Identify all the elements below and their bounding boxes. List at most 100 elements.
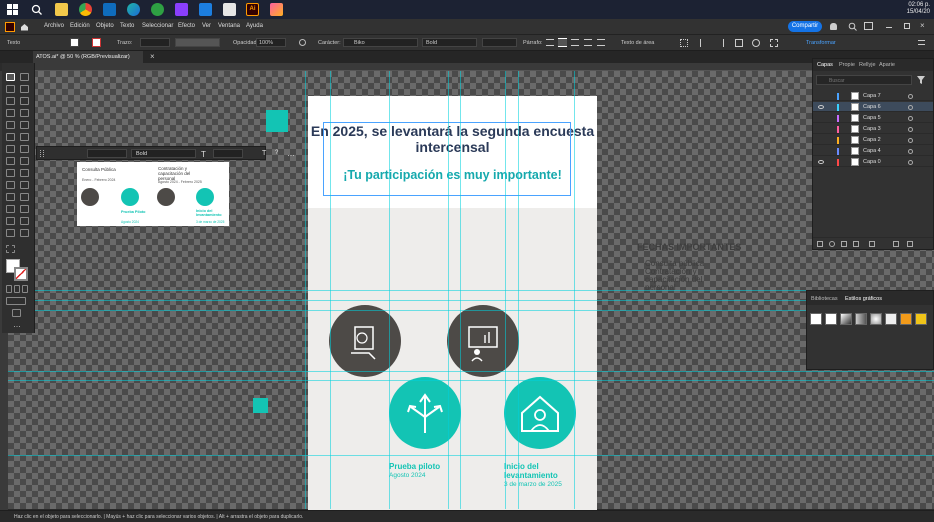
- gradient-tool-icon[interactable]: [20, 181, 29, 189]
- font-weight-field[interactable]: Bold: [422, 38, 477, 47]
- tab-relleno[interactable]: Rellyje: [859, 62, 876, 68]
- justify-all-icon[interactable]: [597, 39, 605, 46]
- distribute-icon[interactable]: [716, 39, 724, 47]
- symbol-sprayer-tool-icon[interactable]: [6, 205, 15, 213]
- step-levantamiento-title[interactable]: Inicio del levantamiento: [504, 462, 576, 480]
- type-on-path-icon[interactable]: T: [262, 150, 266, 157]
- none-mode-icon[interactable]: [22, 285, 28, 293]
- zoom-tool-icon[interactable]: [20, 229, 29, 237]
- notifications-icon[interactable]: [830, 23, 837, 30]
- layer-row[interactable]: Capa 4: [813, 146, 933, 156]
- thumbnail-artboard[interactable]: Consulta Pública Enero - Febrero 2024 Co…: [77, 162, 229, 226]
- stroke-swatch[interactable]: [92, 38, 101, 47]
- layer-row[interactable]: Capa 2: [813, 135, 933, 145]
- free-transform-tool-icon[interactable]: [20, 157, 29, 165]
- layer-name[interactable]: Capa 2: [863, 137, 881, 143]
- guide-horizontal[interactable]: [8, 371, 934, 372]
- shaper-tool-icon[interactable]: [6, 133, 15, 141]
- style-none-swatch[interactable]: [825, 313, 837, 325]
- mask-icon[interactable]: [752, 39, 760, 47]
- layer-name[interactable]: Capa 7: [863, 93, 881, 99]
- outlook-icon[interactable]: [103, 3, 116, 16]
- home-icon[interactable]: [20, 23, 29, 33]
- style-default-swatch[interactable]: [810, 313, 822, 325]
- hand-tool-icon[interactable]: [6, 229, 15, 237]
- more-options-icon[interactable]: …: [287, 149, 295, 158]
- guide-horizontal[interactable]: [8, 310, 934, 311]
- eraser-tool-icon[interactable]: [20, 133, 29, 141]
- step-levantamiento-date[interactable]: 3 de marzo de 2025: [504, 481, 562, 488]
- gradient-mode-icon[interactable]: [14, 285, 20, 293]
- layer-target-icon[interactable]: [908, 105, 913, 110]
- layer-name[interactable]: Capa 0: [863, 159, 881, 165]
- close-tab-icon[interactable]: ×: [150, 52, 155, 61]
- menu-ver[interactable]: Ver: [202, 23, 211, 29]
- mesh-tool-icon[interactable]: [6, 181, 15, 189]
- guide-horizontal[interactable]: [8, 290, 934, 291]
- style-pattern-swatch[interactable]: [885, 313, 897, 325]
- justify-icon[interactable]: [584, 39, 592, 46]
- tab-bibliotecas[interactable]: Bibliotecas: [811, 296, 838, 302]
- export-icon[interactable]: [817, 241, 823, 247]
- main-artboard[interactable]: En 2025, se levantará la segunda encuest…: [308, 96, 597, 510]
- gallery-icon[interactable]: [175, 3, 188, 16]
- font-family-field[interactable]: Biko: [343, 38, 418, 47]
- layer-name[interactable]: Capa 5: [863, 115, 881, 121]
- isolate-icon[interactable]: [770, 39, 778, 47]
- menu-efecto[interactable]: Efecto: [178, 23, 195, 29]
- menu-ventana[interactable]: Ventana: [218, 23, 240, 29]
- align-right-icon[interactable]: [571, 39, 579, 46]
- minimize-icon[interactable]: [886, 27, 892, 28]
- teal-square-shape[interactable]: [266, 110, 288, 132]
- more-tools-icon[interactable]: …: [13, 320, 21, 329]
- variable-width-field[interactable]: [175, 38, 220, 47]
- font-size-field[interactable]: [482, 38, 517, 47]
- arrange-icon[interactable]: [735, 39, 743, 47]
- layer-name[interactable]: Capa 4: [863, 148, 881, 154]
- layer-row[interactable]: Capa 7: [813, 91, 933, 101]
- layer-row[interactable]: Capa 3: [813, 124, 933, 134]
- drawing-mode-icon[interactable]: [6, 297, 26, 305]
- layer-row[interactable]: Capa 0: [813, 157, 933, 167]
- document-tab[interactable]: ATOS.ai* @ 50 % (RGB/Previsualizar): [33, 51, 143, 63]
- layer-target-icon[interactable]: [908, 94, 913, 99]
- visibility-eye-icon[interactable]: [818, 105, 824, 109]
- selection-tool-icon[interactable]: [6, 73, 15, 81]
- pasteboard-heading[interactable]: FECHAS IMPORTANTES: [637, 243, 741, 252]
- artboard-tool-icon[interactable]: [6, 217, 15, 225]
- edit-toolbar-icon[interactable]: [6, 245, 15, 253]
- opacity-field[interactable]: 100%: [256, 38, 286, 47]
- rotate-tool-icon[interactable]: [6, 145, 15, 153]
- text-size-icon[interactable]: T: [201, 150, 206, 159]
- type-tool-icon[interactable]: [6, 109, 15, 117]
- style-gradient-swatch[interactable]: [855, 313, 867, 325]
- color-mode-icon[interactable]: [6, 285, 12, 293]
- scale-tool-icon[interactable]: [20, 145, 29, 153]
- guide-horizontal[interactable]: [8, 380, 934, 381]
- recolor-icon[interactable]: [299, 39, 306, 46]
- menu-seleccionar[interactable]: Seleccionar: [142, 23, 173, 29]
- align-objects-icon[interactable]: [700, 39, 708, 47]
- magic-wand-tool-icon[interactable]: [6, 85, 15, 93]
- style-soft-swatch[interactable]: [870, 313, 882, 325]
- curvature-tool-icon[interactable]: [20, 97, 29, 105]
- circle-consulta-publica[interactable]: [329, 305, 401, 377]
- search-help-icon[interactable]: [848, 22, 857, 33]
- blend-tool-icon[interactable]: [20, 193, 29, 201]
- layer-target-icon[interactable]: [908, 138, 913, 143]
- pen-tool-icon[interactable]: [6, 97, 15, 105]
- paintbrush-tool-icon[interactable]: [20, 121, 29, 129]
- new-layer-icon[interactable]: [893, 241, 899, 247]
- ctx-weight-field[interactable]: Bold: [131, 149, 196, 158]
- fill-swatch[interactable]: [70, 38, 79, 47]
- layer-row-selected[interactable]: Capa 6: [813, 102, 933, 112]
- menu-ayuda[interactable]: Ayuda: [246, 23, 263, 29]
- text-frame-selection[interactable]: [323, 122, 571, 196]
- tab-propiedades[interactable]: Propie: [839, 62, 855, 68]
- menu-edicion[interactable]: Edición: [70, 23, 90, 29]
- ctx-font-field[interactable]: [87, 149, 127, 158]
- layer-target-icon[interactable]: [908, 116, 913, 121]
- panel-menu-icon[interactable]: [918, 40, 925, 45]
- paint-icon[interactable]: [270, 3, 283, 16]
- circle-capacitacion[interactable]: [447, 305, 519, 377]
